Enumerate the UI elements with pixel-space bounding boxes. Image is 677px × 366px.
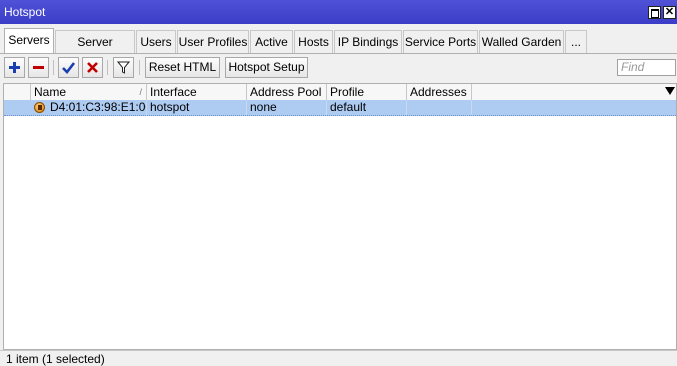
tab-bar: Servers Server Profiles Users User Profi… [0, 28, 677, 72]
tab-server-profiles[interactable]: Server Profiles [55, 30, 135, 72]
tab-servers[interactable]: Servers [4, 28, 54, 54]
hotspot-window: Hotspot ✕ Servers Server Profiles Users … [0, 0, 677, 366]
tab-service-ports[interactable]: Service Ports [403, 30, 478, 53]
tab-ip-bindings[interactable]: IP Bindings [334, 30, 402, 53]
x-icon[interactable] [82, 57, 103, 78]
tab-walled-garden[interactable]: Walled Garden [479, 30, 564, 53]
hotspot-setup-button[interactable]: Hotspot Setup [225, 57, 308, 78]
filter-icon[interactable] [113, 57, 134, 78]
column-flags[interactable] [4, 84, 31, 100]
window-title: Hotspot [4, 5, 46, 19]
toolbar-separator [139, 60, 140, 75]
cell-name: D4:01:C3:98:E1:00 [47, 100, 147, 115]
check-icon[interactable] [58, 57, 79, 78]
status-bar: 1 item (1 selected) [0, 350, 677, 366]
status-text: 1 item (1 selected) [6, 352, 105, 366]
servers-table: Name / Interface Address Pool Profile Ad… [3, 83, 677, 350]
column-addresses[interactable]: Addresses ... [407, 84, 472, 100]
tab-users[interactable]: Users [136, 30, 176, 53]
maximize-icon[interactable] [648, 6, 661, 19]
close-icon[interactable]: ✕ [663, 6, 676, 19]
cell-interface: hotspot [147, 100, 247, 115]
hotspot-server-icon [34, 102, 45, 113]
toolbar-separator [107, 60, 108, 75]
chevron-down-icon[interactable] [665, 87, 675, 95]
cell-addresses [407, 100, 472, 115]
table-row[interactable]: D4:01:C3:98:E1:00 hotspot none default [4, 100, 676, 116]
plus-icon[interactable] [4, 57, 25, 78]
column-name[interactable]: Name / [31, 84, 147, 100]
toolbar-separator [53, 60, 54, 75]
toolbar: Reset HTML Hotspot Setup Find [0, 54, 677, 82]
tab-hosts[interactable]: Hosts [294, 30, 333, 53]
cell-address-pool: none [247, 100, 327, 115]
reset-html-button[interactable]: Reset HTML [145, 57, 220, 78]
column-profile[interactable]: Profile [327, 84, 407, 100]
minus-icon[interactable] [28, 57, 49, 78]
tab-more[interactable]: ... [565, 30, 587, 53]
tab-active[interactable]: Active [250, 30, 293, 53]
cell-profile: default [327, 100, 407, 115]
column-address-pool[interactable]: Address Pool [247, 84, 327, 100]
table-header: Name / Interface Address Pool Profile Ad… [4, 84, 676, 101]
title-bar[interactable]: Hotspot ✕ [0, 0, 677, 24]
sort-icon: / [139, 87, 142, 97]
tab-user-profiles[interactable]: User Profiles [177, 30, 249, 53]
find-input[interactable]: Find [617, 59, 676, 76]
column-label: Name [34, 85, 67, 99]
column-interface[interactable]: Interface [147, 84, 247, 100]
